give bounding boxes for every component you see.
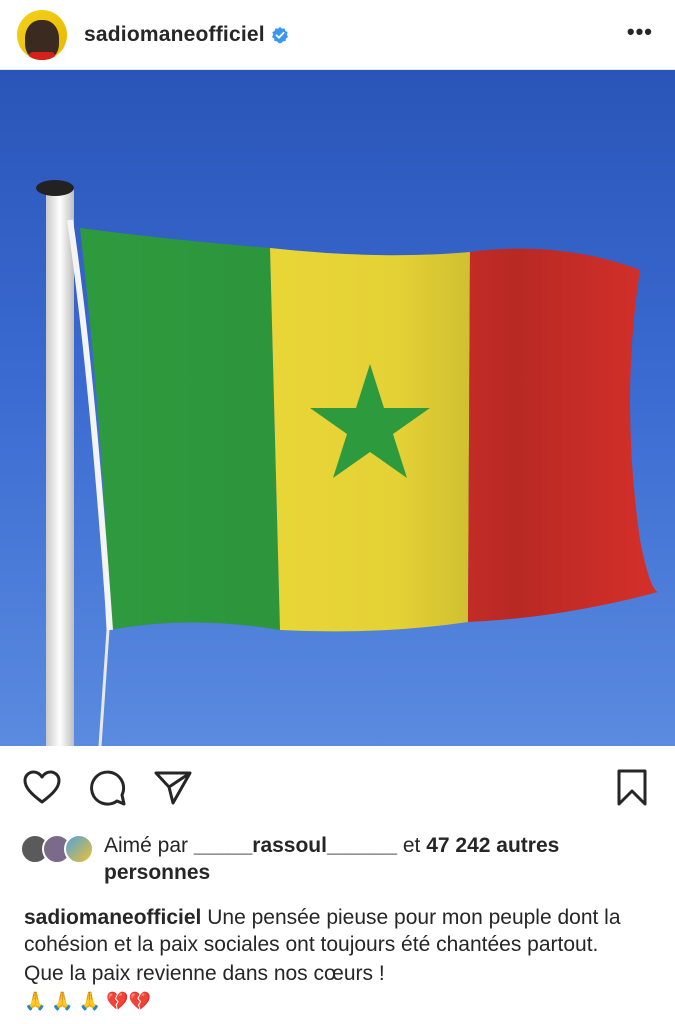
caption-line-2: Que la paix revienne dans nos cœurs ! [24,962,385,985]
likes-text[interactable]: Aimé par _____rassoul______ et 47 242 au… [104,832,655,886]
avatar-photo [25,19,59,60]
liker-avatar [64,834,94,864]
post-username[interactable]: sadiomaneofficiel [84,23,265,47]
post-image[interactable] [0,70,675,746]
senegal-flag-photo [36,180,658,746]
heart-icon[interactable] [22,768,62,808]
flag-pole [46,188,74,746]
liker-username[interactable]: _____rassoul______ [194,834,397,857]
pole-top [36,180,74,196]
send-icon[interactable] [153,768,193,808]
action-bar [0,746,675,826]
post-header: sadiomaneofficiel ••• [0,0,675,70]
likes-prefix: Aimé par [104,834,194,857]
avatar[interactable] [17,9,67,60]
more-options-icon[interactable]: ••• [627,21,653,43]
likes-summary: Aimé par _____rassoul______ et 47 242 au… [0,832,675,886]
verified-badge-icon [271,26,288,43]
likes-middle: et [397,834,427,857]
caption-emojis: 🙏 🙏 🙏 💔💔 [24,991,152,1011]
liker-avatars[interactable] [20,834,94,864]
post-caption: sadiomaneofficiel Une pensée pieuse pour… [0,904,675,987]
caption-username[interactable]: sadiomaneofficiel [24,906,201,929]
comment-icon[interactable] [88,768,128,808]
bookmark-icon[interactable] [612,768,652,808]
